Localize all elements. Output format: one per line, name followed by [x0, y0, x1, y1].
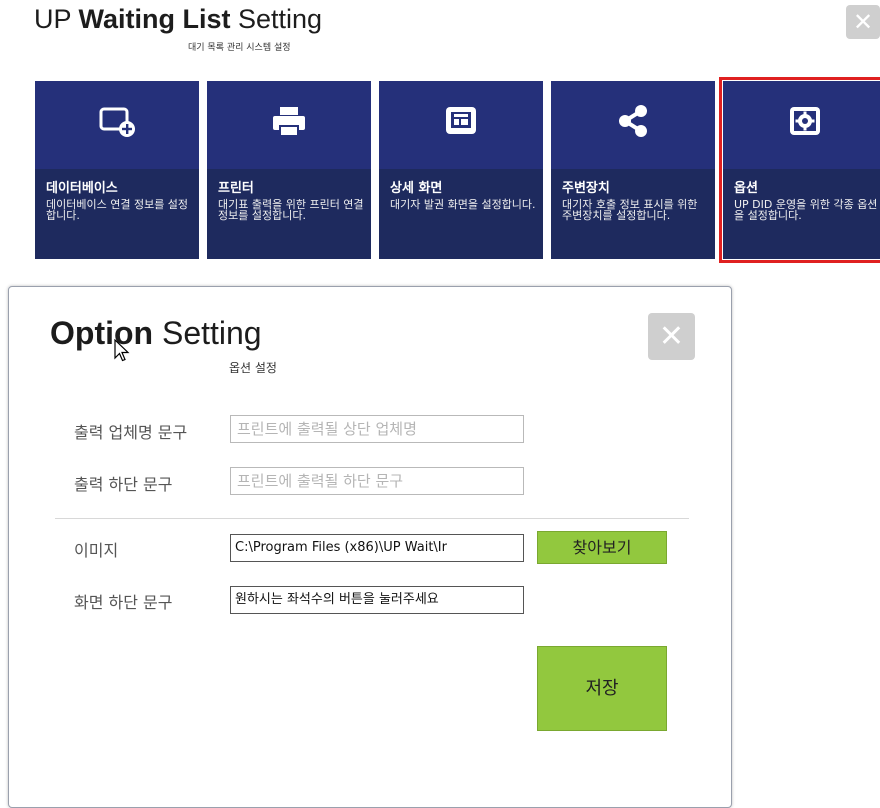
- save-button[interactable]: 저장: [537, 646, 667, 731]
- app-title: UP Waiting List Setting: [34, 4, 323, 34]
- display-screen-icon: [379, 101, 543, 141]
- database-add-icon: [35, 101, 199, 141]
- tile-printer[interactable]: 프린터 대기표 출력을 위한 프린터 연결 정보를 설정합니다.: [207, 81, 371, 259]
- image-path-input[interactable]: C:\Program Files (x86)\UP Wait\Ir: [230, 534, 524, 562]
- tile-label: 옵션: [734, 181, 758, 196]
- app-subtitle: 대기 목록 관리 시스템 설정: [188, 43, 291, 53]
- print-footer-input[interactable]: 프린트에 출력될 하단 문구: [230, 467, 524, 495]
- screen-footer-input[interactable]: 원하시는 좌석수의 버튼을 눌러주세요: [230, 586, 524, 614]
- tile-database[interactable]: 데이터베이스 데이터베이스 연결 정보를 설정합니다.: [35, 81, 199, 259]
- screen-footer-label: 화면 하단 문구: [74, 593, 173, 612]
- tile-description: 대기자 호출 정보 표시를 위한 주변장치를 설정합니다.: [562, 198, 698, 222]
- tile-description: 대기자 발권 화면을 설정합니다.: [390, 198, 536, 211]
- company-name-input[interactable]: 프린트에 출력될 상단 업체명: [230, 415, 524, 443]
- print-footer-label: 출력 하단 문구: [74, 475, 173, 494]
- tile-label: 주변장치: [562, 181, 610, 196]
- dialog-title: Option Setting: [50, 315, 262, 351]
- tile-label: 상세 화면: [390, 181, 443, 196]
- company-name-label: 출력 업체명 문구: [74, 423, 188, 442]
- dialog-subtitle: 옵션 설정: [229, 361, 277, 375]
- tile-description: 대기표 출력을 위한 프린터 연결 정보를 설정합니다.: [218, 198, 364, 222]
- share-icon: [551, 101, 715, 141]
- dialog-close-button[interactable]: ✕: [648, 313, 695, 360]
- tile-description: 데이터베이스 연결 정보를 설정합니다.: [46, 198, 189, 222]
- divider: [55, 518, 689, 519]
- gear-monitor-icon: [723, 101, 880, 141]
- tile-detail-screen[interactable]: 상세 화면 대기자 발권 화면을 설정합니다.: [379, 81, 543, 259]
- image-label: 이미지: [74, 541, 119, 560]
- main-close-button[interactable]: ✕: [846, 5, 880, 39]
- browse-button[interactable]: 찾아보기: [537, 531, 667, 564]
- close-icon: ✕: [658, 319, 685, 354]
- printer-icon: [207, 101, 371, 141]
- tile-label: 데이터베이스: [46, 181, 118, 196]
- option-setting-dialog: Option Setting 옵션 설정 ✕ 출력 업체명 문구 프린트에 출력…: [8, 286, 732, 808]
- tile-option[interactable]: 옵션 UP DID 운영을 위한 각종 옵션을 설정합니다.: [719, 77, 880, 263]
- close-icon: ✕: [852, 8, 874, 36]
- tile-description: UP DID 운영을 위한 각종 옵션을 설정합니다.: [734, 198, 878, 222]
- tile-label: 프린터: [218, 181, 254, 196]
- mouse-cursor-icon: [114, 338, 130, 367]
- tile-peripheral[interactable]: 주변장치 대기자 호출 정보 표시를 위한 주변장치를 설정합니다.: [551, 81, 715, 259]
